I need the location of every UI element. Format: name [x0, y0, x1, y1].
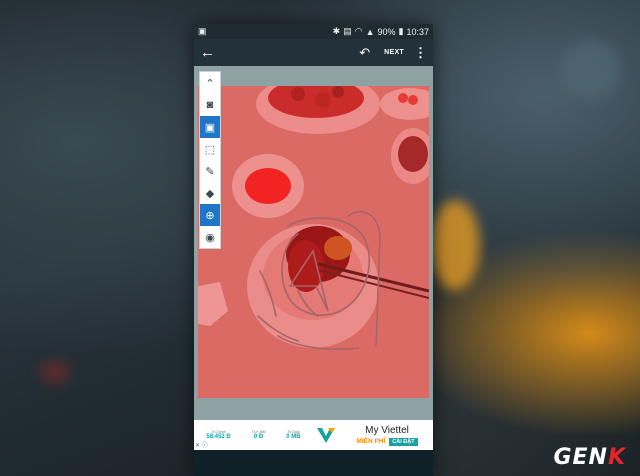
watermark-main: GEN	[553, 445, 608, 470]
ad-banner[interactable]: Tk Chính 58.452 Đ Tk K.Mãi 0 Đ Tk Data 0…	[194, 420, 433, 450]
ad-install-button[interactable]: CÀI ĐẶT	[389, 437, 418, 446]
status-bar: ▣ ✱ ▤ ◠ ▲ 90% ▮ 10:37	[194, 24, 433, 39]
signal-icon: ▲	[365, 26, 375, 37]
ad-stats: Tk Chính 58.452 Đ Tk K.Mãi 0 Đ Tk Data 0…	[194, 430, 311, 440]
background-blur	[40, 360, 70, 384]
ad-title: My Viettel	[365, 424, 409, 436]
select-subject-icon[interactable]: ◙	[200, 94, 220, 116]
select-person-icon[interactable]: ▣	[200, 116, 220, 138]
crop-select-icon[interactable]: ⬚	[200, 138, 220, 160]
phone-screen: ▣ ✱ ▤ ◠ ▲ 90% ▮ 10:37 ← ↶ NEXT ⋮ ⌃ ◙ ▣ ⬚…	[194, 24, 433, 476]
nfc-icon: ▤	[343, 26, 352, 36]
selection-mask-overlay	[198, 86, 429, 398]
tool-palette: ⌃ ◙ ▣ ⬚ ✎ ◆ ⊕ ◉	[199, 71, 221, 249]
more-vert-icon[interactable]: ⋮	[414, 45, 427, 61]
food-photo	[198, 86, 429, 398]
watermark-accent: K	[607, 445, 626, 470]
gallery-icon: ▣	[198, 26, 207, 36]
silent-icon: ✱	[332, 26, 341, 36]
arrow-left-icon[interactable]: ←	[200, 44, 220, 61]
status-time: 10:37	[406, 26, 429, 37]
background-light	[560, 40, 620, 100]
battery-percent: 90%	[377, 26, 396, 37]
next-button[interactable]: NEXT	[384, 49, 404, 56]
app-bar: ← ↶ NEXT ⋮	[194, 39, 433, 66]
wifi-icon: ◠	[354, 26, 363, 36]
ad-stat: Tk K.Mãi 0 Đ	[252, 430, 266, 440]
ad-free-label: MIỄN PHÍ	[356, 438, 386, 445]
pencil-icon[interactable]: ✎	[200, 160, 220, 182]
viettel-logo-icon	[317, 428, 335, 443]
genk-watermark-logo: GENK	[553, 445, 626, 470]
ad-stat: Tk Data 0 MB	[286, 430, 300, 440]
add-icon[interactable]: ⊕	[200, 204, 220, 226]
ad-stat-value: 58.452 Đ	[206, 434, 231, 440]
ad-stat-value: 0 Đ	[253, 434, 264, 440]
battery-icon: ▮	[398, 26, 404, 36]
ad-text: My Viettel MIỄN PHÍ CÀI ĐẶT	[341, 425, 433, 446]
collapse-chevron-icon[interactable]: ⌃	[200, 72, 220, 94]
background-light	[430, 200, 480, 290]
ad-stat-value: 0 MB	[286, 434, 301, 440]
ad-stat: Tk Chính 58.452 Đ	[206, 430, 230, 440]
ad-close-icon[interactable]: ✕ ⓘ	[195, 440, 208, 449]
preview-eye-icon[interactable]: ◉	[200, 226, 220, 248]
undo-icon[interactable]: ↶	[359, 45, 370, 61]
eraser-icon[interactable]: ◆	[200, 182, 220, 204]
editor-canvas[interactable]: ⌃ ◙ ▣ ⬚ ✎ ◆ ⊕ ◉	[194, 66, 433, 420]
